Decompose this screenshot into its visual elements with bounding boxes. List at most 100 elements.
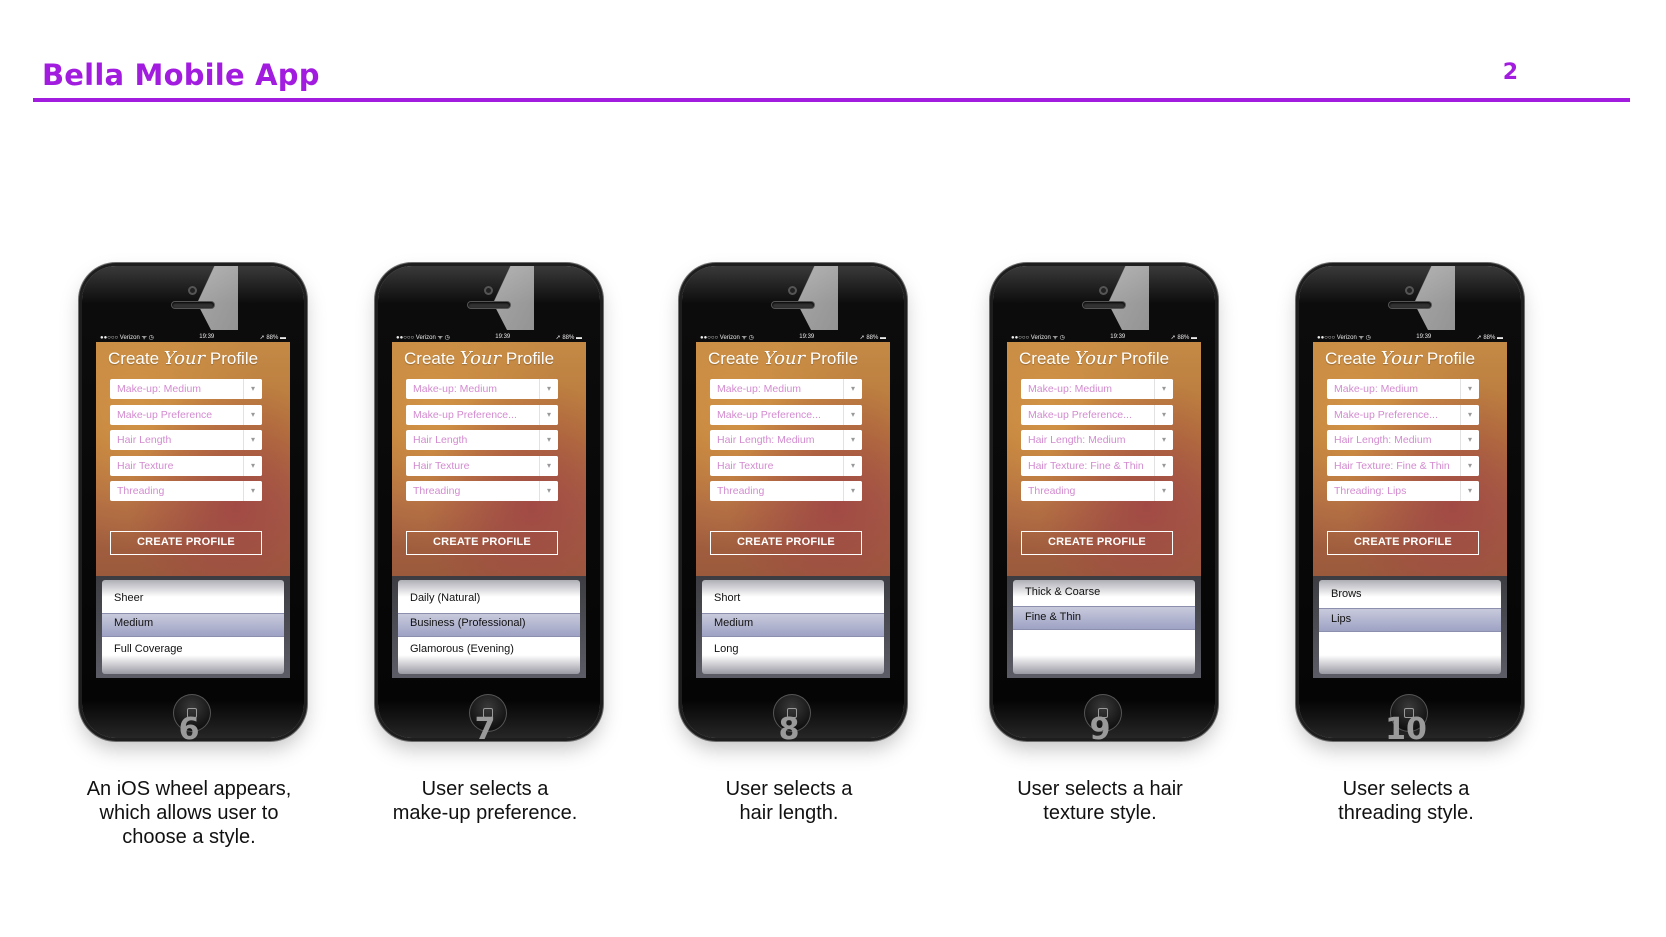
profile-dropdown[interactable]: Make-up Preference ▾ bbox=[110, 404, 262, 425]
picker-option[interactable]: Lips bbox=[1331, 613, 1351, 625]
battery-indicator: ➚ 88% ▬ bbox=[1476, 334, 1503, 341]
ios-picker-wheel[interactable]: Thick & Coarse Fine & Thin bbox=[1007, 576, 1201, 678]
caption-line: which allows user to bbox=[99, 802, 279, 824]
dropdown-value: Threading bbox=[1028, 485, 1076, 497]
caption-line: make-up preference. bbox=[392, 802, 578, 824]
profile-dropdown[interactable]: Hair Texture ▾ bbox=[710, 455, 862, 476]
ios-picker-wheel[interactable]: Sheer Medium Full Coverage bbox=[96, 576, 290, 678]
profile-dropdown[interactable]: Threading ▾ bbox=[406, 481, 558, 501]
dropdown-value: Threading bbox=[717, 485, 765, 497]
status-bar: ●●○○○ Verizon ᯤ ◷ 19:39 ➚ 88% ▬ bbox=[1313, 332, 1507, 342]
iphone-mockup: ●●○○○ Verizon ᯤ ◷ 19:39 ➚ 88% ▬ Create Y… bbox=[993, 266, 1215, 738]
picker-option[interactable]: Business (Professional) bbox=[410, 617, 526, 629]
picker-option[interactable]: Brows bbox=[1331, 588, 1362, 600]
iphone-mockup: ●●○○○ Verizon ᯤ ◷ 19:39 ➚ 88% ▬ Create Y… bbox=[682, 266, 904, 738]
caption-line: texture style. bbox=[1043, 802, 1157, 824]
page-number: 2 bbox=[1502, 60, 1518, 85]
step-number: 7 bbox=[474, 712, 496, 747]
picker-option[interactable]: Glamorous (Evening) bbox=[410, 643, 514, 655]
create-profile-button[interactable]: CREATE PROFILE bbox=[1021, 531, 1173, 555]
picker-option[interactable]: Short bbox=[714, 592, 740, 604]
step-number: 10 bbox=[1385, 712, 1427, 747]
speaker-grille bbox=[1083, 302, 1125, 308]
dropdown-value: Make-up: Medium bbox=[717, 383, 802, 395]
create-profile-form: Create Your Profile Make-up: Medium ▾ Ma… bbox=[1007, 342, 1201, 576]
reflection-glare bbox=[1395, 266, 1455, 330]
picker-option[interactable]: Medium bbox=[114, 617, 153, 629]
create-profile-button[interactable]: CREATE PROFILE bbox=[710, 531, 862, 555]
profile-dropdown[interactable]: Threading: Lips ▾ bbox=[1327, 481, 1479, 501]
profile-dropdown[interactable]: Threading ▾ bbox=[1021, 481, 1173, 501]
profile-dropdown[interactable]: Make-up: Medium ▾ bbox=[1021, 379, 1173, 399]
step-caption: User selects a threading style. bbox=[1241, 777, 1571, 825]
chevron-down-icon: ▾ bbox=[539, 455, 558, 476]
profile-dropdown[interactable]: Hair Length: Medium ▾ bbox=[1021, 430, 1173, 450]
profile-dropdown[interactable]: Threading ▾ bbox=[110, 481, 262, 501]
dropdown-value: Make-up Preference bbox=[117, 408, 213, 421]
profile-dropdown[interactable]: Hair Length ▾ bbox=[406, 430, 558, 450]
profile-dropdown[interactable]: Hair Length: Medium ▾ bbox=[1327, 430, 1479, 450]
ios-picker-wheel[interactable]: Brows Lips bbox=[1313, 576, 1507, 678]
profile-dropdown[interactable]: Hair Texture: Fine & Thin ▾ bbox=[1327, 455, 1479, 476]
profile-dropdown[interactable]: Make-up: Medium ▾ bbox=[110, 379, 262, 399]
picker-option[interactable]: Long bbox=[714, 643, 738, 655]
profile-dropdown[interactable]: Make-up: Medium ▾ bbox=[1327, 379, 1479, 399]
app-title: Create Your Profile bbox=[108, 348, 258, 369]
chevron-down-icon: ▾ bbox=[1460, 455, 1479, 476]
profile-dropdown[interactable]: Hair Texture ▾ bbox=[406, 455, 558, 476]
app-title-script: Your bbox=[1380, 348, 1423, 369]
caption-line: User selects a bbox=[1342, 778, 1470, 800]
clock: 19:39 bbox=[1110, 334, 1126, 340]
chevron-down-icon: ▾ bbox=[243, 430, 262, 450]
caption-line: choose a style. bbox=[122, 826, 256, 848]
phone-screen: ●●○○○ Verizon ᯤ ◷ 19:39 ➚ 88% ▬ Create Y… bbox=[696, 332, 890, 678]
create-profile-form: Create Your Profile Make-up: Medium ▾ Ma… bbox=[96, 342, 290, 576]
camera-icon bbox=[1405, 286, 1414, 295]
carrier-signal: ●●○○○ Verizon ᯤ ◷ bbox=[1011, 335, 1065, 341]
dropdown-value: Hair Length bbox=[413, 434, 468, 446]
chevron-down-icon: ▾ bbox=[1154, 481, 1173, 501]
chevron-down-icon: ▾ bbox=[1154, 379, 1173, 399]
app-title: Create Your Profile bbox=[1019, 348, 1169, 369]
dropdown-value: Hair Texture: Fine & Thin bbox=[1028, 459, 1144, 472]
profile-dropdown[interactable]: Make-up: Medium ▾ bbox=[406, 379, 558, 399]
create-profile-button[interactable]: CREATE PROFILE bbox=[406, 531, 558, 555]
create-profile-button[interactable]: CREATE PROFILE bbox=[1327, 531, 1479, 555]
profile-dropdown[interactable]: Make-up Preference... ▾ bbox=[1327, 404, 1479, 425]
dropdown-value: Threading bbox=[117, 485, 165, 497]
ios-picker-wheel[interactable]: Short Medium Long bbox=[696, 576, 890, 678]
picker-option[interactable]: Full Coverage bbox=[114, 643, 182, 655]
step-10: ●●○○○ Verizon ᯤ ◷ 19:39 ➚ 88% ▬ Create Y… bbox=[1241, 262, 1571, 922]
create-profile-button[interactable]: CREATE PROFILE bbox=[110, 531, 262, 555]
profile-dropdown[interactable]: Hair Texture: Fine & Thin ▾ bbox=[1021, 455, 1173, 476]
profile-dropdown[interactable]: Hair Length: Medium ▾ bbox=[710, 430, 862, 450]
battery-indicator: ➚ 88% ▬ bbox=[859, 334, 886, 341]
picker-option[interactable]: Fine & Thin bbox=[1025, 611, 1081, 623]
app-title-script: Your bbox=[459, 348, 502, 369]
profile-dropdown[interactable]: Make-up Preference... ▾ bbox=[406, 404, 558, 425]
status-bar: ●●○○○ Verizon ᯤ ◷ 19:39 ➚ 88% ▬ bbox=[696, 332, 890, 342]
create-profile-form: Create Your Profile Make-up: Medium ▾ Ma… bbox=[392, 342, 586, 576]
battery-indicator: ➚ 88% ▬ bbox=[259, 334, 286, 341]
chevron-down-icon: ▾ bbox=[539, 430, 558, 450]
phone-screen: ●●○○○ Verizon ᯤ ◷ 19:39 ➚ 88% ▬ Create Y… bbox=[392, 332, 586, 678]
picker-option[interactable]: Daily (Natural) bbox=[410, 592, 480, 604]
caption-line: hair length. bbox=[739, 802, 839, 824]
app-title-pre: Create bbox=[404, 349, 456, 368]
picker-option[interactable]: Medium bbox=[714, 617, 753, 629]
app-title-script: Your bbox=[1074, 348, 1117, 369]
step-9: ●●○○○ Verizon ᯤ ◷ 19:39 ➚ 88% ▬ Create Y… bbox=[935, 262, 1265, 922]
picker-option[interactable]: Thick & Coarse bbox=[1025, 586, 1100, 598]
profile-dropdown[interactable]: Hair Texture ▾ bbox=[110, 455, 262, 476]
dropdown-value: Make-up: Medium bbox=[1334, 383, 1419, 395]
profile-dropdown[interactable]: Make-up Preference... ▾ bbox=[710, 404, 862, 425]
profile-dropdown[interactable]: Threading ▾ bbox=[710, 481, 862, 501]
profile-dropdown[interactable]: Hair Length ▾ bbox=[110, 430, 262, 450]
profile-dropdown[interactable]: Make-up Preference... ▾ bbox=[1021, 404, 1173, 425]
profile-dropdown[interactable]: Make-up: Medium ▾ bbox=[710, 379, 862, 399]
app-title-pre: Create bbox=[108, 349, 160, 368]
picker-option[interactable]: Sheer bbox=[114, 592, 143, 604]
battery-indicator: ➚ 88% ▬ bbox=[555, 334, 582, 341]
chevron-down-icon: ▾ bbox=[1460, 404, 1479, 425]
ios-picker-wheel[interactable]: Daily (Natural) Business (Professional) Gl… bbox=[392, 576, 586, 678]
